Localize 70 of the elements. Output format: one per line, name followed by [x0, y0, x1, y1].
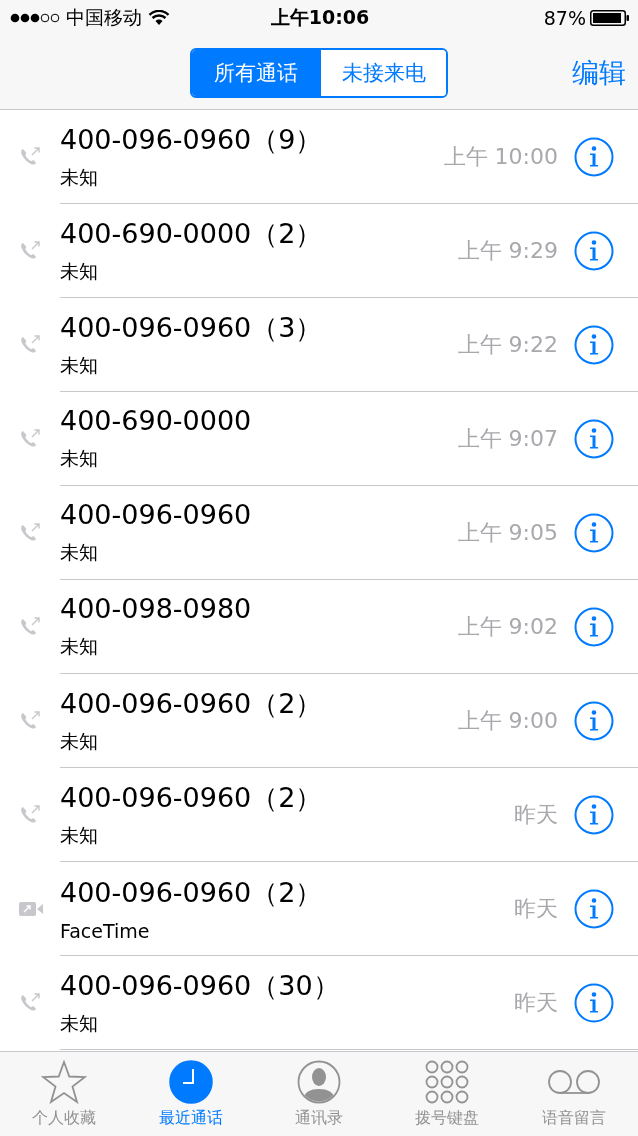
- info-icon: [574, 982, 614, 1023]
- call-label: 未知: [60, 353, 99, 379]
- call-label: FaceTime: [60, 920, 151, 943]
- tab-bar-item[interactable]: 最近通话: [127, 1052, 256, 1136]
- info-button[interactable]: [574, 794, 614, 835]
- call-label: 未知: [60, 1011, 99, 1037]
- battery-icon: [590, 9, 630, 27]
- info-icon: [574, 324, 614, 365]
- tab-bar-item[interactable]: 拨号键盘: [382, 1052, 511, 1136]
- phone-number: 400-098-0980: [60, 593, 253, 624]
- info-button[interactable]: [574, 324, 614, 365]
- phone-number: 400-096-0960（2）: [60, 686, 324, 721]
- info-button[interactable]: [574, 230, 614, 271]
- info-button[interactable]: [574, 888, 614, 929]
- video-camera-icon: [18, 900, 44, 918]
- tab-bar-item[interactable]: 通讯录: [255, 1052, 383, 1136]
- signal-icon: [10, 12, 60, 24]
- info-icon: [574, 512, 614, 553]
- phone-number: 400-096-0960（9）: [60, 122, 324, 157]
- info-icon: [574, 606, 614, 647]
- info-button[interactable]: [574, 606, 614, 647]
- info-button[interactable]: [574, 418, 614, 459]
- phone-number: 400-096-0960（30）: [60, 968, 341, 1003]
- call-label: 未知: [60, 729, 99, 755]
- phone-number: 400-096-0960: [60, 499, 253, 530]
- voicemail-icon: [547, 1069, 602, 1095]
- call-label: 未知: [60, 540, 99, 565]
- phone-number: 400-690-0000（2）: [60, 216, 324, 251]
- segment-tab[interactable]: 所有通话: [192, 49, 319, 96]
- call-label: 未知: [60, 634, 99, 659]
- info-icon: [574, 700, 614, 741]
- call-time: 上午 9:29: [457, 236, 558, 265]
- phone-number: 400-096-0960（2）: [60, 875, 324, 910]
- info-button[interactable]: [574, 982, 614, 1023]
- edit-button[interactable]: 编辑: [572, 54, 626, 91]
- tab-bar-item[interactable]: 语音留言: [510, 1052, 638, 1136]
- status-time: 上午10:06: [270, 5, 370, 30]
- phone-number: 400-096-0960（2）: [60, 780, 324, 815]
- call-label: 未知: [60, 446, 99, 471]
- info-button[interactable]: [574, 512, 614, 553]
- call-time: 昨天: [514, 894, 558, 923]
- info-icon: [574, 230, 614, 271]
- tab-bar-item[interactable]: 个人收藏: [0, 1052, 128, 1136]
- phone-number: 400-096-0960（3）: [60, 310, 324, 345]
- info-button[interactable]: [574, 700, 614, 741]
- call-time: 上午 9:22: [457, 330, 558, 359]
- call-time: 上午 9:00: [457, 706, 558, 735]
- call-time: 昨天: [514, 800, 558, 829]
- call-time: 昨天: [514, 988, 558, 1017]
- info-icon: [574, 136, 614, 177]
- battery-percent: 87%: [543, 7, 586, 29]
- phone-number: 400-690-0000: [60, 405, 253, 436]
- call-time: 上午 9:05: [457, 518, 558, 547]
- segment-tab[interactable]: 未接来电: [319, 49, 446, 96]
- call-label: 未知: [60, 165, 99, 191]
- info-icon: [574, 418, 614, 459]
- wifi-icon: [148, 10, 170, 26]
- star-icon: [40, 1060, 87, 1104]
- call-time: 上午 9:07: [457, 424, 558, 453]
- call-time: 上午 9:02: [457, 612, 558, 641]
- keypad-icon: [424, 1060, 469, 1104]
- clock-icon: [169, 1060, 214, 1104]
- call-label: 未知: [60, 823, 99, 849]
- call-time: 上午 10:00: [443, 142, 558, 171]
- info-icon: [574, 794, 614, 835]
- info-button[interactable]: [574, 136, 614, 177]
- info-icon: [574, 888, 614, 929]
- call-label: 未知: [60, 259, 99, 285]
- carrier-name: 中国移动: [66, 5, 142, 30]
- person-icon: [297, 1060, 341, 1104]
